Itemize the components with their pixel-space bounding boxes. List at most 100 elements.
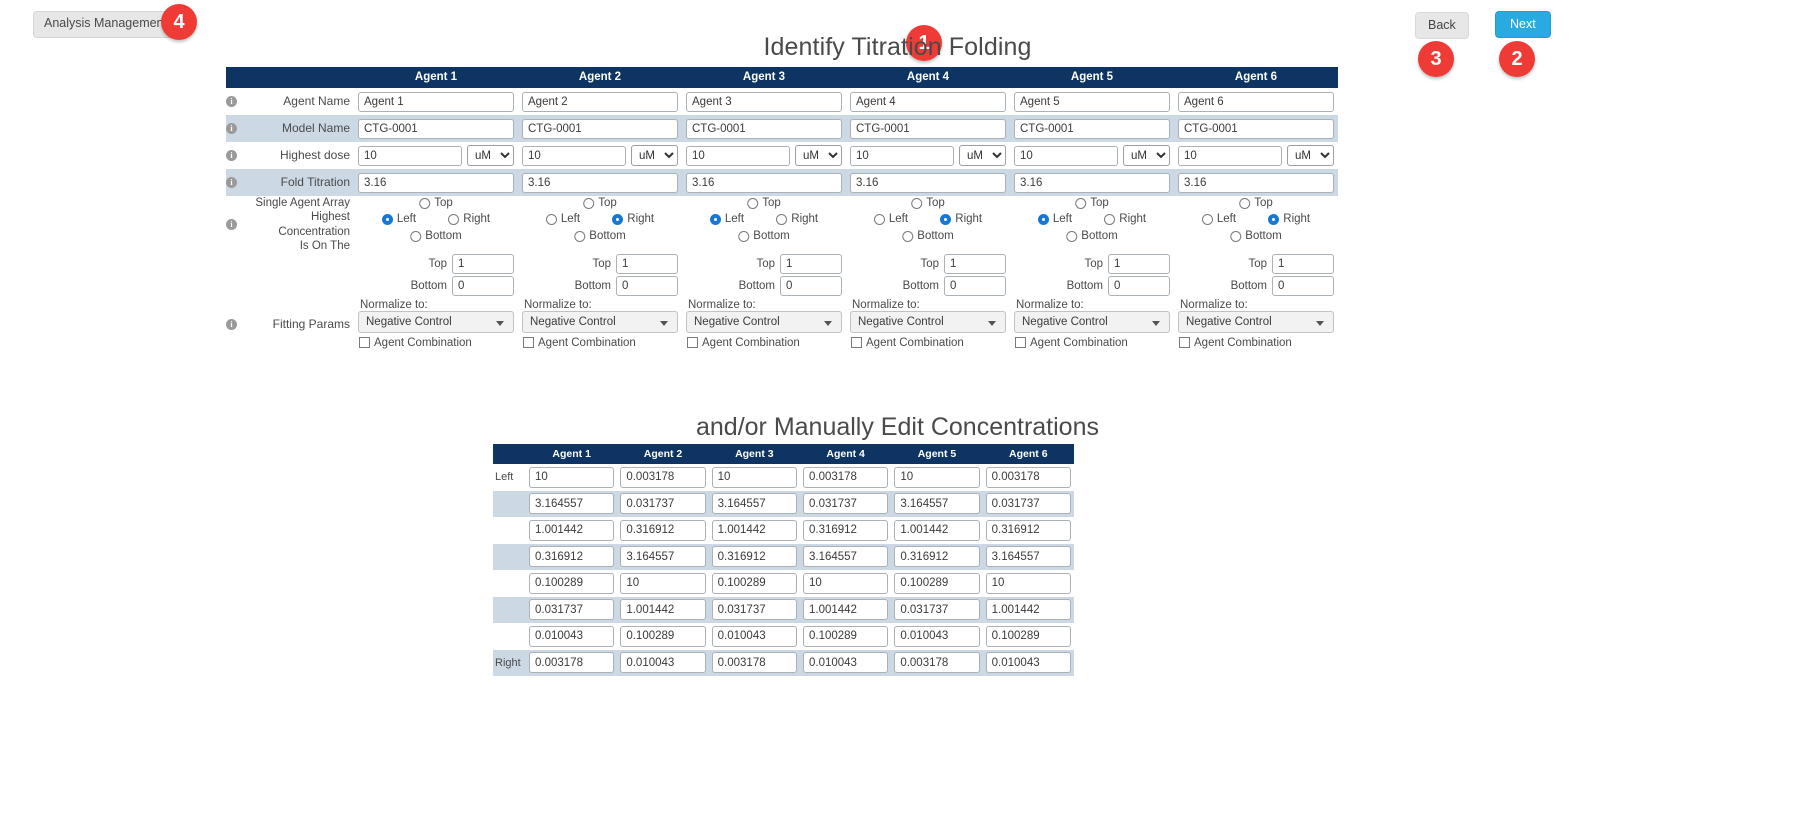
model-name-input-5[interactable] — [1014, 118, 1170, 139]
radio-left-2[interactable] — [545, 213, 557, 225]
concentration-input-5-5[interactable] — [894, 572, 980, 594]
bottom-input-6[interactable] — [1272, 275, 1334, 296]
radio-option-top-2[interactable]: Top — [583, 197, 617, 209]
radio-top-1[interactable] — [419, 197, 431, 209]
model-name-input-1[interactable] — [358, 118, 514, 139]
highest-dose-input-1[interactable] — [358, 145, 462, 166]
model-name-input-4[interactable] — [850, 118, 1006, 139]
concentration-input-6-1[interactable] — [529, 599, 615, 621]
concentration-input-8-1[interactable] — [529, 652, 615, 674]
dose-unit-select-3[interactable]: uM — [795, 145, 842, 166]
radio-option-bottom-3[interactable]: Bottom — [738, 230, 790, 242]
concentration-input-1-4[interactable] — [802, 466, 889, 488]
radio-bottom-2[interactable] — [574, 230, 586, 242]
concentration-input-3-5[interactable] — [894, 519, 980, 541]
concentration-input-8-5[interactable] — [894, 652, 980, 674]
agent-combination-row-2[interactable]: Agent Combination — [522, 337, 678, 349]
concentration-input-3-1[interactable] — [529, 519, 615, 541]
radio-option-right-6[interactable]: Right — [1268, 213, 1310, 225]
concentration-input-4-5[interactable] — [894, 546, 980, 568]
info-icon[interactable]: i — [226, 318, 237, 330]
fold-titration-input-3[interactable] — [686, 172, 842, 193]
concentration-input-7-4[interactable] — [802, 625, 889, 647]
radio-right-6[interactable] — [1268, 213, 1280, 225]
dose-unit-select-4[interactable]: uM — [959, 145, 1006, 166]
concentration-input-5-1[interactable] — [529, 572, 615, 594]
radio-option-top-4[interactable]: Top — [911, 197, 945, 209]
top-input-2[interactable] — [616, 253, 678, 274]
model-name-input-2[interactable] — [522, 118, 678, 139]
fitting-params-select-6[interactable]: Negative Control — [1178, 310, 1334, 333]
highest-dose-input-2[interactable] — [522, 145, 626, 166]
top-input-3[interactable] — [780, 253, 842, 274]
concentration-input-8-6[interactable] — [985, 652, 1071, 674]
radio-option-bottom-5[interactable]: Bottom — [1066, 230, 1118, 242]
concentration-input-5-6[interactable] — [985, 572, 1071, 594]
agent-name-input-4[interactable] — [850, 91, 1006, 112]
highest-dose-input-4[interactable] — [850, 145, 954, 166]
concentration-input-3-6[interactable] — [985, 519, 1071, 541]
fitting-params-select-4[interactable]: Negative Control — [850, 310, 1006, 333]
radio-right-4[interactable] — [940, 213, 952, 225]
radio-option-left-1[interactable]: Left — [381, 213, 416, 225]
concentration-input-1-5[interactable] — [894, 466, 980, 488]
radio-option-left-3[interactable]: Left — [709, 213, 744, 225]
radio-left-3[interactable] — [709, 213, 721, 225]
radio-option-left-5[interactable]: Left — [1037, 213, 1072, 225]
concentration-input-5-2[interactable] — [620, 572, 706, 594]
radio-left-6[interactable] — [1201, 213, 1213, 225]
radio-option-bottom-4[interactable]: Bottom — [902, 230, 954, 242]
agent-combination-checkbox-1[interactable] — [359, 337, 370, 348]
concentration-input-4-3[interactable] — [711, 546, 797, 568]
agent-combination-checkbox-6[interactable] — [1179, 337, 1190, 348]
radio-option-top-6[interactable]: Top — [1239, 197, 1273, 209]
concentration-input-4-4[interactable] — [802, 546, 889, 568]
concentration-input-2-1[interactable] — [529, 493, 615, 515]
concentration-input-1-2[interactable] — [620, 466, 706, 488]
agent-combination-row-5[interactable]: Agent Combination — [1014, 337, 1170, 349]
concentration-input-5-3[interactable] — [711, 572, 797, 594]
agent-combination-row-4[interactable]: Agent Combination — [850, 337, 1006, 349]
radio-option-right-3[interactable]: Right — [776, 213, 818, 225]
radio-right-2[interactable] — [612, 213, 624, 225]
concentration-input-4-6[interactable] — [985, 546, 1071, 568]
radio-option-bottom-1[interactable]: Bottom — [410, 230, 462, 242]
radio-left-1[interactable] — [381, 213, 393, 225]
agent-combination-checkbox-2[interactable] — [523, 337, 534, 348]
radio-option-right-4[interactable]: Right — [940, 213, 982, 225]
radio-left-5[interactable] — [1037, 213, 1049, 225]
concentration-input-2-3[interactable] — [711, 493, 797, 515]
concentration-input-5-4[interactable] — [802, 572, 889, 594]
concentration-input-6-2[interactable] — [620, 599, 706, 621]
concentration-input-3-3[interactable] — [711, 519, 797, 541]
highest-dose-input-5[interactable] — [1014, 145, 1118, 166]
concentration-input-3-2[interactable] — [620, 519, 706, 541]
concentration-input-1-1[interactable] — [529, 466, 615, 488]
fitting-params-select-3[interactable]: Negative Control — [686, 310, 842, 333]
radio-bottom-3[interactable] — [738, 230, 750, 242]
concentration-input-7-2[interactable] — [620, 625, 706, 647]
radio-option-top-3[interactable]: Top — [747, 197, 781, 209]
agent-name-input-6[interactable] — [1178, 91, 1334, 112]
concentration-input-2-4[interactable] — [802, 493, 889, 515]
concentration-input-7-3[interactable] — [711, 625, 797, 647]
radio-option-right-2[interactable]: Right — [612, 213, 654, 225]
top-input-6[interactable] — [1272, 253, 1334, 274]
dose-unit-select-5[interactable]: uM — [1123, 145, 1170, 166]
radio-right-3[interactable] — [776, 213, 788, 225]
model-name-input-6[interactable] — [1178, 118, 1334, 139]
radio-left-4[interactable] — [873, 213, 885, 225]
concentration-input-8-4[interactable] — [802, 652, 889, 674]
concentration-input-6-6[interactable] — [985, 599, 1071, 621]
concentration-input-8-3[interactable] — [711, 652, 797, 674]
concentration-input-6-3[interactable] — [711, 599, 797, 621]
radio-option-top-1[interactable]: Top — [419, 197, 453, 209]
fold-titration-input-4[interactable] — [850, 172, 1006, 193]
agent-name-input-1[interactable] — [358, 91, 514, 112]
agent-name-input-5[interactable] — [1014, 91, 1170, 112]
info-icon[interactable]: i — [226, 122, 237, 134]
model-name-input-3[interactable] — [686, 118, 842, 139]
fold-titration-input-5[interactable] — [1014, 172, 1170, 193]
radio-bottom-5[interactable] — [1066, 230, 1078, 242]
dose-unit-select-2[interactable]: uM — [631, 145, 678, 166]
